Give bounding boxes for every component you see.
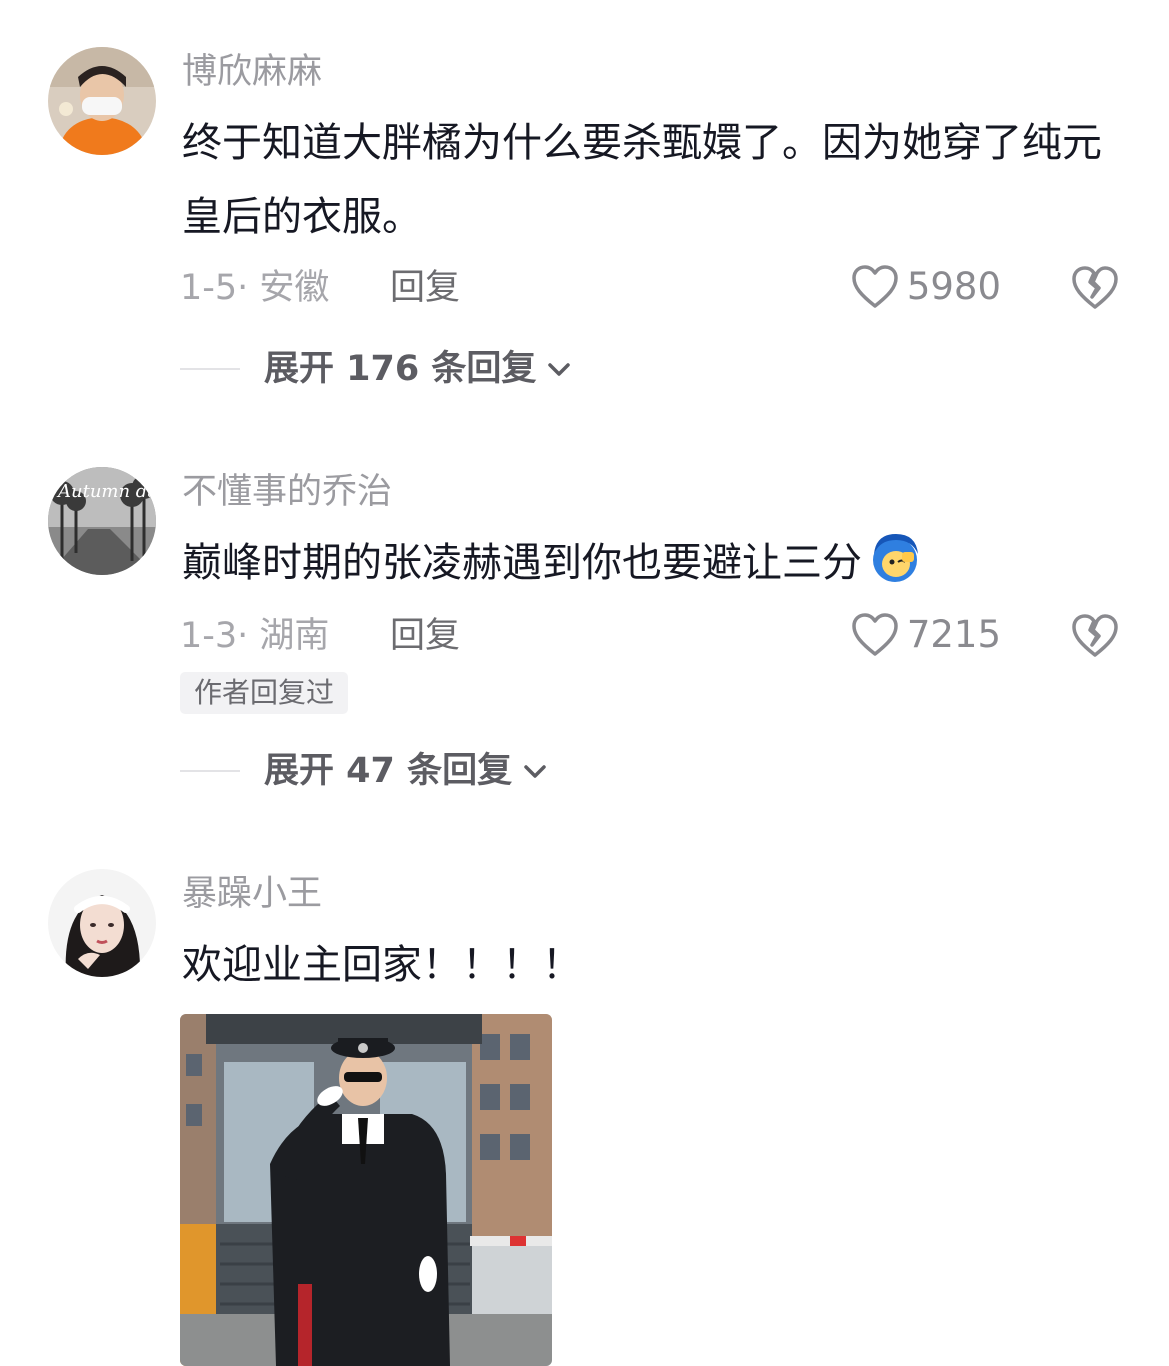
broken-heart-icon[interactable] bbox=[1071, 612, 1119, 660]
like-count: 7215 bbox=[906, 613, 1001, 656]
like-button[interactable]: 7215 bbox=[851, 612, 1001, 658]
expand-replies-button[interactable]: 展开 176 条回复 bbox=[180, 346, 572, 392]
comment-text: 欢迎业主回家！！！！ bbox=[182, 942, 582, 988]
like-count: 5980 bbox=[906, 265, 1001, 308]
broken-heart-icon[interactable] bbox=[1071, 264, 1119, 312]
reply-button[interactable]: 回复 bbox=[390, 614, 460, 658]
comment-date-location: 1-3· 湖南 bbox=[180, 616, 330, 656]
expand-replies-button[interactable]: 展开 47 条回复 bbox=[180, 748, 548, 794]
comment-text: 终于知道大胖橘为什么要杀甄嬛了。因为她穿了纯元皇后的衣服。 bbox=[182, 120, 1102, 240]
divider-line bbox=[180, 368, 240, 370]
expand-replies-label: 展开 47 条回复 bbox=[264, 751, 513, 791]
divider-line bbox=[180, 770, 240, 772]
chevron-down-icon bbox=[548, 363, 571, 376]
avatar-caption: Autumn day bbox=[56, 481, 156, 502]
chevron-down-icon bbox=[524, 765, 546, 778]
heart-outline-icon bbox=[852, 265, 898, 308]
comment-date-location: 1-5· 安徽 bbox=[180, 268, 330, 308]
avatar[interactable] bbox=[48, 869, 156, 977]
expand-replies-label: 展开 176 条回复 bbox=[264, 349, 537, 389]
username[interactable]: 博欣麻麻 bbox=[182, 50, 322, 94]
salute-emoji-icon bbox=[873, 534, 918, 582]
avatar[interactable] bbox=[48, 47, 156, 155]
like-button[interactable]: 5980 bbox=[851, 264, 1001, 310]
heart-outline-icon bbox=[852, 613, 898, 656]
comment-image[interactable] bbox=[180, 1014, 552, 1366]
username[interactable]: 不懂事的乔治 bbox=[182, 470, 392, 514]
comment-text: 巅峰时期的张凌赫遇到你也要避让三分 bbox=[182, 526, 1132, 600]
avatar[interactable]: Autumn day bbox=[48, 467, 156, 575]
reply-button[interactable]: 回复 bbox=[390, 266, 460, 310]
username[interactable]: 暴躁小王 bbox=[182, 872, 322, 916]
author-replied-badge: 作者回复过 bbox=[180, 672, 349, 714]
comment-text-content: 巅峰时期的张凌赫遇到你也要避让三分 bbox=[182, 540, 862, 586]
